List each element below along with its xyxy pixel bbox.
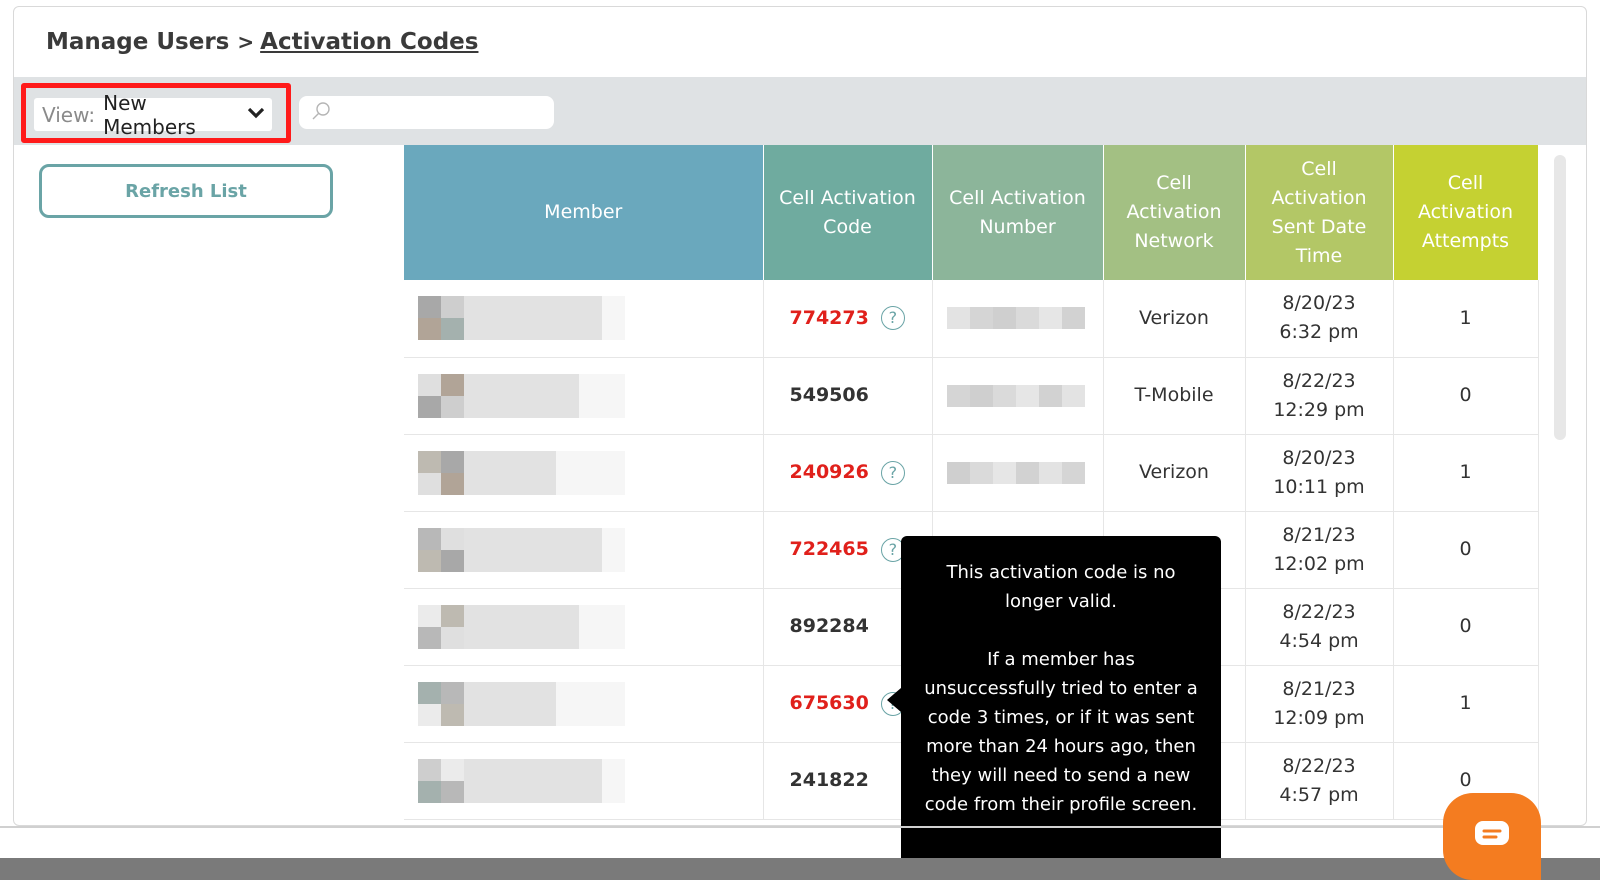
sent-time: 12:09 pm — [1273, 706, 1365, 729]
refresh-list-button[interactable]: Refresh List — [39, 164, 333, 218]
view-highlight-box: View: New Members — [21, 83, 291, 143]
header-attempts[interactable]: Cell Activation Attempts — [1393, 145, 1539, 280]
member-cell[interactable] — [404, 357, 764, 435]
activation-code: 240926 — [789, 461, 869, 483]
sent-datetime-cell: 8/22/23 4:57 pm — [1245, 742, 1394, 820]
activation-code: 722465 — [789, 538, 869, 560]
network-cell: Verizon — [1103, 280, 1246, 358]
breadcrumb-separator: > — [237, 30, 255, 54]
table-scrollbar[interactable] — [1554, 155, 1566, 440]
sent-datetime-cell: 8/20/23 6:32 pm — [1245, 280, 1394, 358]
breadcrumb-current[interactable]: Activation Codes — [260, 29, 478, 55]
member-cell[interactable] — [404, 511, 764, 589]
redacted-member-info — [412, 443, 755, 503]
activation-number-cell — [932, 280, 1104, 358]
activation-code-cell: 549506 — [763, 357, 933, 435]
toolbar: View: New Members — [14, 77, 1586, 145]
redacted-member-info — [412, 674, 755, 734]
header-member[interactable]: Member — [404, 145, 764, 280]
activation-number-cell — [932, 357, 1104, 435]
redacted-member-info — [412, 520, 755, 580]
member-cell[interactable] — [404, 434, 764, 512]
redacted-phone-number — [939, 366, 1097, 426]
attempts-cell: 1 — [1393, 434, 1539, 512]
sent-time: 4:54 pm — [1279, 629, 1359, 652]
member-cell[interactable] — [404, 588, 764, 666]
question-circle-icon[interactable]: ? — [880, 460, 905, 485]
redacted-member-info — [412, 288, 755, 348]
sent-time: 6:32 pm — [1279, 321, 1359, 344]
sent-time: 12:29 pm — [1273, 398, 1365, 421]
network-cell: Verizon — [1103, 434, 1246, 512]
network-cell: T-Mobile — [1103, 357, 1246, 435]
sent-datetime-cell: 8/20/23 10:11 pm — [1245, 434, 1394, 512]
member-cell[interactable] — [404, 665, 764, 743]
chat-bubble-icon — [1472, 818, 1512, 856]
redacted-phone-number — [939, 288, 1097, 348]
sent-time: 12:02 pm — [1273, 552, 1365, 575]
invalid-code-tooltip: This activation code is no longer valid.… — [887, 536, 1221, 866]
bottom-strip — [0, 858, 1600, 880]
search-input[interactable] — [299, 96, 554, 129]
activation-number-cell — [932, 434, 1104, 512]
redacted-member-info — [412, 597, 755, 657]
member-cell[interactable] — [404, 742, 764, 820]
sent-date: 8/20/23 — [1282, 292, 1356, 315]
sent-date: 8/22/23 — [1282, 754, 1356, 777]
breadcrumb: Manage Users > Activation Codes — [46, 29, 478, 55]
breadcrumb-parent[interactable]: Manage Users — [46, 29, 229, 55]
sent-time: 10:11 pm — [1273, 475, 1365, 498]
question-circle-icon[interactable]: ? — [880, 306, 905, 331]
sent-datetime-cell: 8/22/23 12:29 pm — [1245, 357, 1394, 435]
table-row[interactable]: 240926? Verizon 8/20/23 10:11 pm 1 — [404, 434, 1539, 512]
sent-datetime-cell: 8/21/23 12:09 pm — [1245, 665, 1394, 743]
member-cell[interactable] — [404, 280, 764, 358]
view-dropdown[interactable]: View: New Members — [34, 91, 272, 139]
sent-date: 8/20/23 — [1282, 446, 1356, 469]
sent-date: 8/22/23 — [1282, 369, 1356, 392]
activation-code: 774273 — [789, 306, 869, 329]
sent-datetime-cell: 8/21/23 12:02 pm — [1245, 511, 1394, 589]
search-icon — [311, 101, 331, 125]
attempts-cell: 0 — [1393, 588, 1539, 666]
activation-code: 549506 — [789, 384, 869, 406]
header-code[interactable]: Cell Activation Code — [763, 145, 933, 280]
chevron-down-icon — [247, 107, 265, 123]
table-header-row: Member Cell Activation Code Cell Activat… — [404, 145, 1539, 280]
bottom-divider — [0, 826, 1600, 828]
redacted-member-info — [412, 366, 755, 426]
tooltip-line-1: This activation code is no longer valid. — [946, 562, 1176, 612]
activation-code: 892284 — [789, 615, 869, 637]
attempts-cell: 0 — [1393, 511, 1539, 589]
sent-datetime-cell: 8/22/23 4:54 pm — [1245, 588, 1394, 666]
sent-date: 8/21/23 — [1282, 677, 1356, 700]
table-row[interactable]: 774273? Verizon 8/20/23 6:32 pm 1 — [404, 280, 1539, 358]
sent-date: 8/22/23 — [1282, 600, 1356, 623]
sent-date: 8/21/23 — [1282, 523, 1356, 546]
chat-button[interactable] — [1443, 793, 1541, 880]
header-number[interactable]: Cell Activation Number — [932, 145, 1104, 280]
header-sent[interactable]: Cell Activation Sent Date Time — [1245, 145, 1394, 280]
table-row[interactable]: 549506 T-Mobile 8/22/23 12:29 pm 0 — [404, 357, 1539, 435]
sent-time: 4:57 pm — [1279, 783, 1359, 806]
activation-code: 241822 — [789, 769, 869, 791]
redacted-member-info — [412, 751, 755, 811]
activation-code-cell: 240926? — [763, 434, 933, 512]
attempts-cell: 0 — [1393, 357, 1539, 435]
tooltip-line-2: If a member has unsuccessfully tried to … — [924, 649, 1198, 815]
header-network[interactable]: Cell Activation Network — [1103, 145, 1246, 280]
attempts-cell: 1 — [1393, 280, 1539, 358]
activation-code: 675630 — [789, 692, 869, 714]
redacted-phone-number — [939, 443, 1097, 503]
activation-code-cell: 774273? — [763, 280, 933, 358]
view-value: New Members — [103, 90, 196, 139]
attempts-cell: 1 — [1393, 665, 1539, 743]
view-label: View: — [42, 102, 96, 127]
